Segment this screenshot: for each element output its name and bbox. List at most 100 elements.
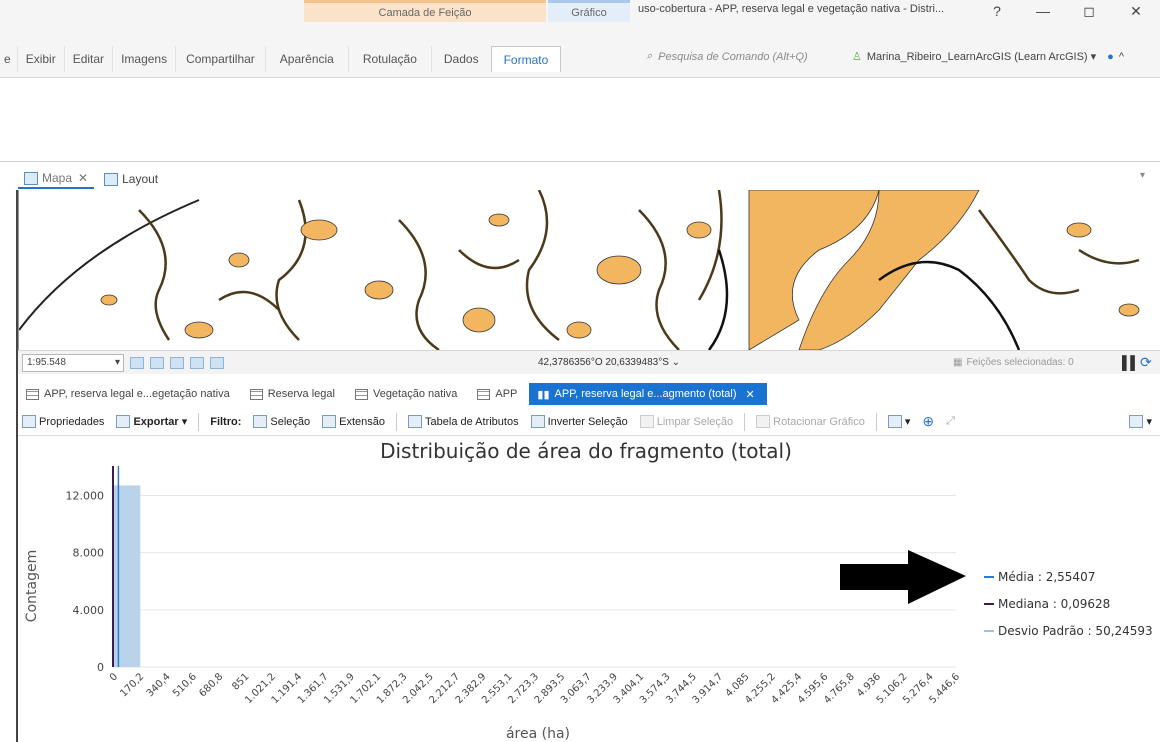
- select-tool-button[interactable]: ▾: [884, 415, 915, 428]
- tab-editar[interactable]: Editar: [65, 46, 114, 72]
- tab-imagens[interactable]: Imagens: [113, 46, 177, 72]
- layout-icon: [104, 172, 119, 186]
- command-search[interactable]: ⌕ Pesquisa de Comando (Alt+Q): [646, 50, 808, 63]
- rotate-chart-button[interactable]: Rotacionar Gráfico: [752, 415, 869, 428]
- tab-table-app[interactable]: APP: [469, 383, 529, 405]
- legend[interactable]: Média : 2,55407 Mediana : 0,09628 Desvio P…: [984, 570, 1153, 638]
- fixed-zoom-icon[interactable]: [130, 356, 144, 369]
- notification-icon[interactable]: ●: [1107, 51, 1114, 63]
- search-input[interactable]: Pesquisa de Comando (Alt+Q): [658, 51, 808, 63]
- export-button[interactable]: Exportar ▾: [112, 415, 191, 428]
- properties-button[interactable]: Propriedades: [18, 415, 108, 428]
- tab-table-reserva-legal[interactable]: Reserva legal: [242, 383, 347, 405]
- chart-properties-pane-button[interactable]: ▾: [1125, 415, 1156, 428]
- tab-layout[interactable]: Layout: [98, 169, 164, 189]
- legend-item-mean[interactable]: Média : 2,55407: [998, 570, 1095, 584]
- y-tick-label: 12.000: [66, 489, 105, 502]
- attribute-table-label: Tabela de Atributos: [425, 415, 519, 428]
- filter-selection-icon: [253, 415, 268, 428]
- clear-selection-label: Limpar Seleção: [656, 415, 734, 428]
- close-button[interactable]: ✕: [1124, 3, 1148, 20]
- vegetation-polygon: [364, 280, 394, 300]
- close-icon[interactable]: ✕: [746, 388, 755, 401]
- scale-selector[interactable]: 1:95.548 ▾: [22, 353, 124, 372]
- x-ticks: 0170,2340,4510,6680,8 8511.021,21.191,41.…: [108, 671, 962, 706]
- clear-selection-button[interactable]: Limpar Seleção: [636, 415, 737, 428]
- zoom-in-button[interactable]: ⊕: [918, 413, 938, 430]
- tab-aparencia[interactable]: Aparência: [266, 46, 349, 72]
- tab-chart-fragment-area[interactable]: ▮▮ APP, reserva legal e...agmento (total…: [529, 383, 767, 405]
- drainage-line: [697, 190, 723, 301]
- ribbon: Camada de Feição Gráfico uso-cobertura -…: [0, 0, 1160, 78]
- help-button[interactable]: ?: [985, 3, 1009, 19]
- tab-dados[interactable]: Dados: [432, 46, 491, 72]
- close-icon[interactable]: ✕: [78, 171, 88, 185]
- legend-item-median[interactable]: Mediana : 0,09628: [998, 597, 1110, 611]
- x-tick-label: 170,2: [118, 671, 146, 699]
- tab-table-app-reserva-vegetacao[interactable]: APP, reserva legal e...egetação nativa: [18, 383, 242, 405]
- refresh-icon[interactable]: ⟳: [1140, 354, 1152, 371]
- y-tick-label: 0: [97, 661, 104, 674]
- tab-compartilhar[interactable]: Compartilhar: [176, 46, 266, 72]
- drainage-line: [638, 209, 680, 350]
- chevron-down-icon: ▾: [904, 416, 911, 428]
- tab-exibir[interactable]: Exibir: [18, 46, 65, 72]
- tab-partial[interactable]: e: [0, 46, 18, 72]
- collapse-ribbon-icon[interactable]: ^: [1119, 51, 1124, 63]
- filter-extent-button[interactable]: Extensão: [318, 415, 389, 428]
- drainage-line: [138, 209, 171, 341]
- clear-selection-icon: [639, 415, 654, 428]
- tab-label: Reserva legal: [267, 388, 335, 400]
- vegetation-polygon: [488, 213, 510, 227]
- drainage-line: [977, 209, 1080, 295]
- coordinate-text: 42,3786356°O 20,6339483°S: [538, 357, 669, 368]
- user-menu[interactable]: ♙ Marina_Ribeiro_LearnArcGIS (Learn ArcG…: [852, 50, 1124, 64]
- y-ticks: 0 4.000 8.000 12.000: [66, 489, 105, 674]
- minimize-button[interactable]: —: [1031, 3, 1055, 19]
- grid-toggle-icon[interactable]: [150, 356, 164, 369]
- selection-label: Seleção: [270, 415, 311, 428]
- x-tick-label: 851: [230, 671, 251, 692]
- full-extent-button[interactable]: ⤢: [942, 415, 959, 428]
- tab-formato[interactable]: Formato: [490, 46, 562, 72]
- vegetation-polygon: [1066, 222, 1092, 238]
- map-canvas[interactable]: [19, 190, 1160, 350]
- vegetation-polygon: [100, 294, 118, 306]
- restore-button[interactable]: ◻: [1077, 3, 1101, 20]
- tab-rotulacao[interactable]: Rotulação: [349, 46, 432, 72]
- toolbar-divider: [396, 412, 398, 431]
- filter-selection-button[interactable]: Seleção: [249, 415, 314, 428]
- legend-item-std[interactable]: Desvio Padrão : 50,24593: [998, 624, 1153, 638]
- toolbar-divider: [875, 412, 877, 431]
- vegetation-polygon: [566, 321, 592, 339]
- attribute-table-button[interactable]: Tabela de Atributos: [404, 415, 523, 428]
- x-tick-label: 680,8: [197, 671, 225, 699]
- table-icon[interactable]: [170, 356, 184, 369]
- snapping-icon[interactable]: [190, 356, 204, 369]
- vegetation-polygon: [300, 219, 338, 241]
- view-tabs: Mapa ✕ Layout: [18, 168, 164, 190]
- chevron-down-icon: ▾: [181, 416, 188, 428]
- map-status-bar: 1:95.548 ▾ 42,3786356°O 20,6339483°S ⌄ ▦…: [18, 350, 1160, 374]
- selection-icon: ▦: [953, 357, 963, 368]
- tab-table-vegetacao-nativa[interactable]: Vegetação nativa: [347, 383, 469, 405]
- map-view[interactable]: [18, 190, 1160, 350]
- coordinate-readout[interactable]: 42,3786356°O 20,6339483°S ⌄: [538, 357, 680, 368]
- vegetation-polygon: [184, 321, 214, 339]
- table-tabs: APP, reserva legal e...egetação nativa R…: [18, 383, 1160, 405]
- table-icon: [477, 388, 491, 400]
- selected-features[interactable]: ▦ Feições selecionadas: 0: [953, 357, 1074, 368]
- context-group-chart: Gráfico: [548, 0, 630, 22]
- invert-selection-button[interactable]: Inverter Seleção: [527, 415, 632, 428]
- navigate-icon[interactable]: [210, 356, 224, 369]
- chevron-down-icon[interactable]: ▾: [115, 357, 120, 368]
- y-axis-label: Contagem: [24, 550, 40, 622]
- y-tick-label: 8.000: [73, 547, 105, 560]
- chevron-down-icon[interactable]: ▾: [1140, 170, 1145, 181]
- tab-mapa[interactable]: Mapa ✕: [18, 169, 95, 189]
- vegetation-polygon: [1118, 303, 1140, 317]
- arrow-annotation: [840, 550, 966, 604]
- map-icon: [24, 171, 38, 185]
- pause-icon[interactable]: ▌▌: [1122, 355, 1139, 370]
- y-tick-label: 4.000: [73, 604, 105, 617]
